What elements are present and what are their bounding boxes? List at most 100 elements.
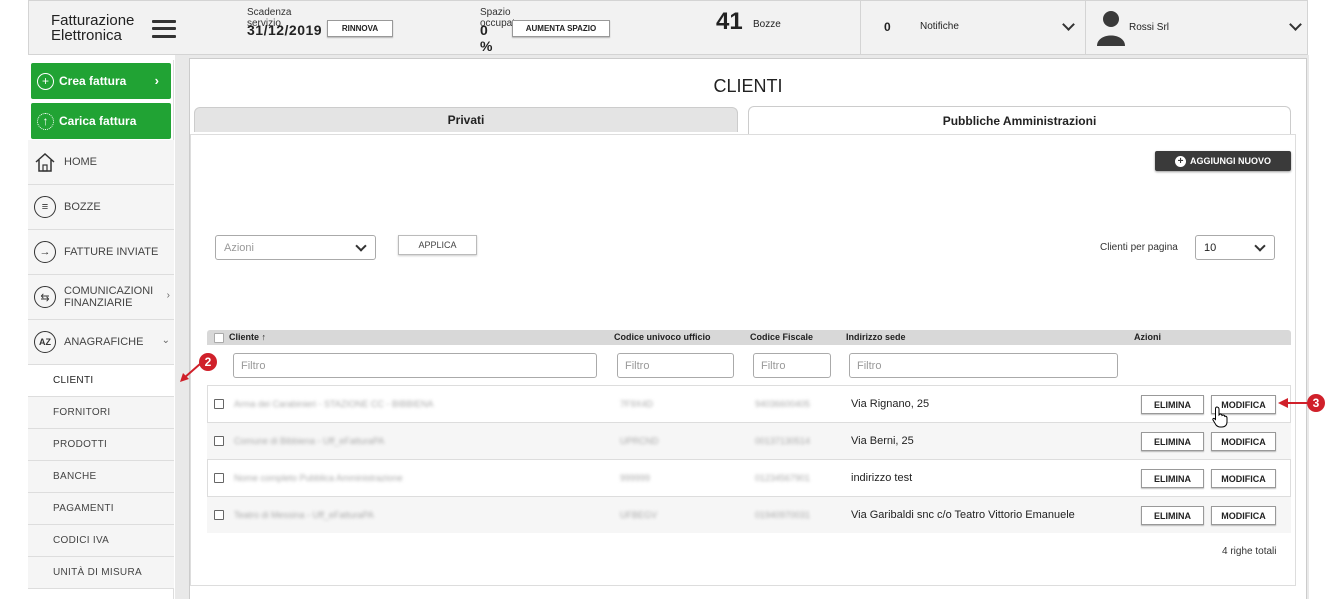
column-header-azioni: Azioni [1134, 332, 1161, 342]
table-row: Nome completo Pubblica Amministrazione 9… [207, 459, 1291, 496]
sidebar-item-label: BOZZE [64, 201, 101, 213]
cell-indirizzo: Via Berni, 25 [851, 435, 914, 447]
chevron-right-icon: › [166, 290, 170, 301]
cell-codice-univoco: UFBEGV [620, 510, 658, 520]
row-checkbox[interactable] [214, 399, 224, 409]
sidebar-item-bozze[interactable]: ≡ BOZZE [28, 185, 174, 230]
user-avatar-icon[interactable] [1095, 8, 1127, 46]
carica-fattura-button[interactable]: ↑ Carica fattura [31, 103, 171, 139]
modifica-button[interactable]: MODIFICA [1211, 432, 1276, 451]
cell-indirizzo: indirizzo test [851, 472, 913, 484]
rinnova-button[interactable]: RINNOVA [327, 20, 393, 37]
sidebar-item-label: HOME [64, 156, 97, 168]
per-page-select[interactable]: 10 [1195, 235, 1275, 260]
drafts-icon: ≡ [34, 196, 56, 218]
filter-codice-fiscale-input[interactable]: Filtro [753, 353, 831, 378]
row-checkbox[interactable] [214, 510, 224, 520]
brand-logo[interactable]: Fatturazione Elettronica [29, 1, 179, 54]
azioni-placeholder: Azioni [224, 241, 254, 254]
sidebar-subitem-fornitori[interactable]: FORNITORI [28, 397, 174, 429]
chevron-down-icon [1254, 240, 1266, 252]
table-row: Arma dei Carabinieri - STAZIONE CC - BIB… [207, 385, 1291, 422]
upload-icon: ↑ [37, 112, 54, 130]
sidebar-item-home[interactable]: HOME [28, 140, 174, 185]
clienti-per-pagina-label: Clienti per pagina [1100, 242, 1178, 253]
arrow-right-circle-icon: → [34, 241, 56, 263]
modifica-button[interactable]: MODIFICA [1211, 469, 1276, 488]
cell-indirizzo: Via Rignano, 25 [851, 398, 930, 410]
sidebar-subitem-unita-misura[interactable]: UNITÀ DI MISURA [28, 557, 174, 589]
hamburger-menu-icon[interactable] [152, 19, 177, 38]
sidebar-subitem-pagamenti[interactable]: PAGAMENTI [28, 493, 174, 525]
annotation-badge-3: 3 [1307, 394, 1325, 412]
aggiungi-nuovo-button[interactable]: + AGGIUNGI NUOVO [1155, 151, 1291, 171]
chevron-down-icon: ⌄ [161, 335, 170, 346]
bozze-label[interactable]: Bozze [753, 19, 781, 30]
sort-arrow-icon: ↑ [261, 332, 267, 342]
cell-cliente: Nome completo Pubblica Amministrazione [234, 473, 403, 483]
aggiungi-nuovo-label: AGGIUNGI NUOVO [1189, 156, 1271, 166]
sidebar-subitem-clienti[interactable]: CLIENTI [28, 365, 174, 397]
brand-line1: Fatturazione [51, 11, 135, 29]
filter-indirizzo-input[interactable]: Filtro [849, 353, 1118, 378]
user-name[interactable]: Rossi Srl [1129, 22, 1169, 33]
azioni-select[interactable]: Azioni [215, 235, 376, 260]
column-header-codice-fiscale[interactable]: Codice Fiscale [750, 332, 813, 342]
cell-codice-fiscale: 00137130514 [755, 436, 811, 446]
sidebar-subitem-prodotti[interactable]: PRODOTTI [28, 429, 174, 461]
cell-indirizzo: Via Garibaldi snc c/o Teatro Vittorio Em… [851, 509, 1075, 521]
row-checkbox[interactable] [214, 473, 224, 483]
carica-fattura-label: Carica fattura [59, 114, 137, 128]
crea-fattura-button[interactable]: + Crea fattura › [31, 63, 171, 99]
elimina-button[interactable]: ELIMINA [1141, 506, 1204, 525]
row-checkbox[interactable] [214, 436, 224, 446]
select-all-checkbox[interactable] [214, 333, 224, 343]
notifiche-label[interactable]: Notifiche [920, 21, 959, 32]
filter-codice-univoco-input[interactable]: Filtro [617, 353, 734, 378]
tab-privati[interactable]: Privati [194, 107, 738, 132]
chevron-down-icon [355, 240, 367, 252]
per-page-value: 10 [1204, 241, 1217, 254]
elimina-button[interactable]: ELIMINA [1141, 469, 1204, 488]
cell-codice-univoco: 999999 [620, 473, 651, 483]
sidebar-subitem-codici-iva[interactable]: CODICI IVA [28, 525, 174, 557]
column-header-indirizzo[interactable]: Indirizzo sede [846, 332, 906, 342]
annotation-arrow-icon [180, 363, 201, 382]
spazio-value: 0 % [480, 22, 493, 54]
page-title: CLIENTI [713, 76, 783, 96]
sidebar-item-fatture-inviate[interactable]: → FATTURE INVIATE [28, 230, 174, 275]
filter-cliente-input[interactable]: Filtro [233, 353, 597, 378]
sidebar-item-label: COMUNICAZIONI FINANZIARIE [64, 285, 154, 309]
brand-line2: Elettronica [51, 26, 122, 44]
notifiche-count[interactable]: 0 [884, 20, 891, 34]
exchange-icon: ⇆ [34, 286, 56, 308]
cell-codice-univoco: 7F9X4D [620, 399, 654, 409]
column-header-codice-univoco[interactable]: Codice univoco ufficio [614, 332, 711, 342]
cell-codice-fiscale: 94036600405 [755, 399, 811, 409]
sidebar-subitem-banche[interactable]: BANCHE [28, 461, 174, 493]
topbar-divider [1085, 0, 1086, 54]
cell-codice-univoco: UPRCND [620, 436, 659, 446]
aumenta-spazio-button[interactable]: AUMENTA SPAZIO [512, 20, 610, 37]
elimina-button[interactable]: ELIMINA [1141, 432, 1204, 451]
rows-total: 4 righe totali [1222, 546, 1277, 557]
topbar-divider [860, 0, 861, 54]
applica-button[interactable]: APPLICA [398, 235, 477, 255]
table-row: Comune di Bibbiena - Uff_eFatturaPA UPRC… [207, 422, 1291, 459]
cell-cliente: Teatro di Messina - Uff_eFatturaPA [234, 510, 374, 520]
sidebar-item-comunicazioni[interactable]: ⇆ COMUNICAZIONI FINANZIARIE › [28, 275, 174, 320]
sidebar-item-anagrafiche[interactable]: AZ ANAGRAFICHE ⌄ [28, 320, 174, 365]
scadenza-value: 31/12/2019 [247, 22, 323, 38]
column-header-cliente[interactable]: Cliente ↑ [229, 332, 266, 342]
cell-cliente: Arma dei Carabinieri - STAZIONE CC - BIB… [234, 399, 434, 409]
sidebar-item-label: FATTURE INVIATE [64, 246, 159, 258]
elimina-button[interactable]: ELIMINA [1141, 395, 1204, 414]
chevron-right-icon: › [154, 73, 159, 88]
az-icon: AZ [34, 331, 56, 353]
plus-circle-icon: + [37, 72, 54, 90]
modifica-button[interactable]: MODIFICA [1211, 506, 1276, 525]
crea-fattura-label: Crea fattura [59, 74, 127, 88]
cell-codice-fiscale: 01234567901 [755, 473, 811, 483]
tab-pubbliche-amministrazioni[interactable]: Pubbliche Amministrazioni [748, 106, 1291, 134]
bozze-count[interactable]: 41 [716, 8, 743, 36]
